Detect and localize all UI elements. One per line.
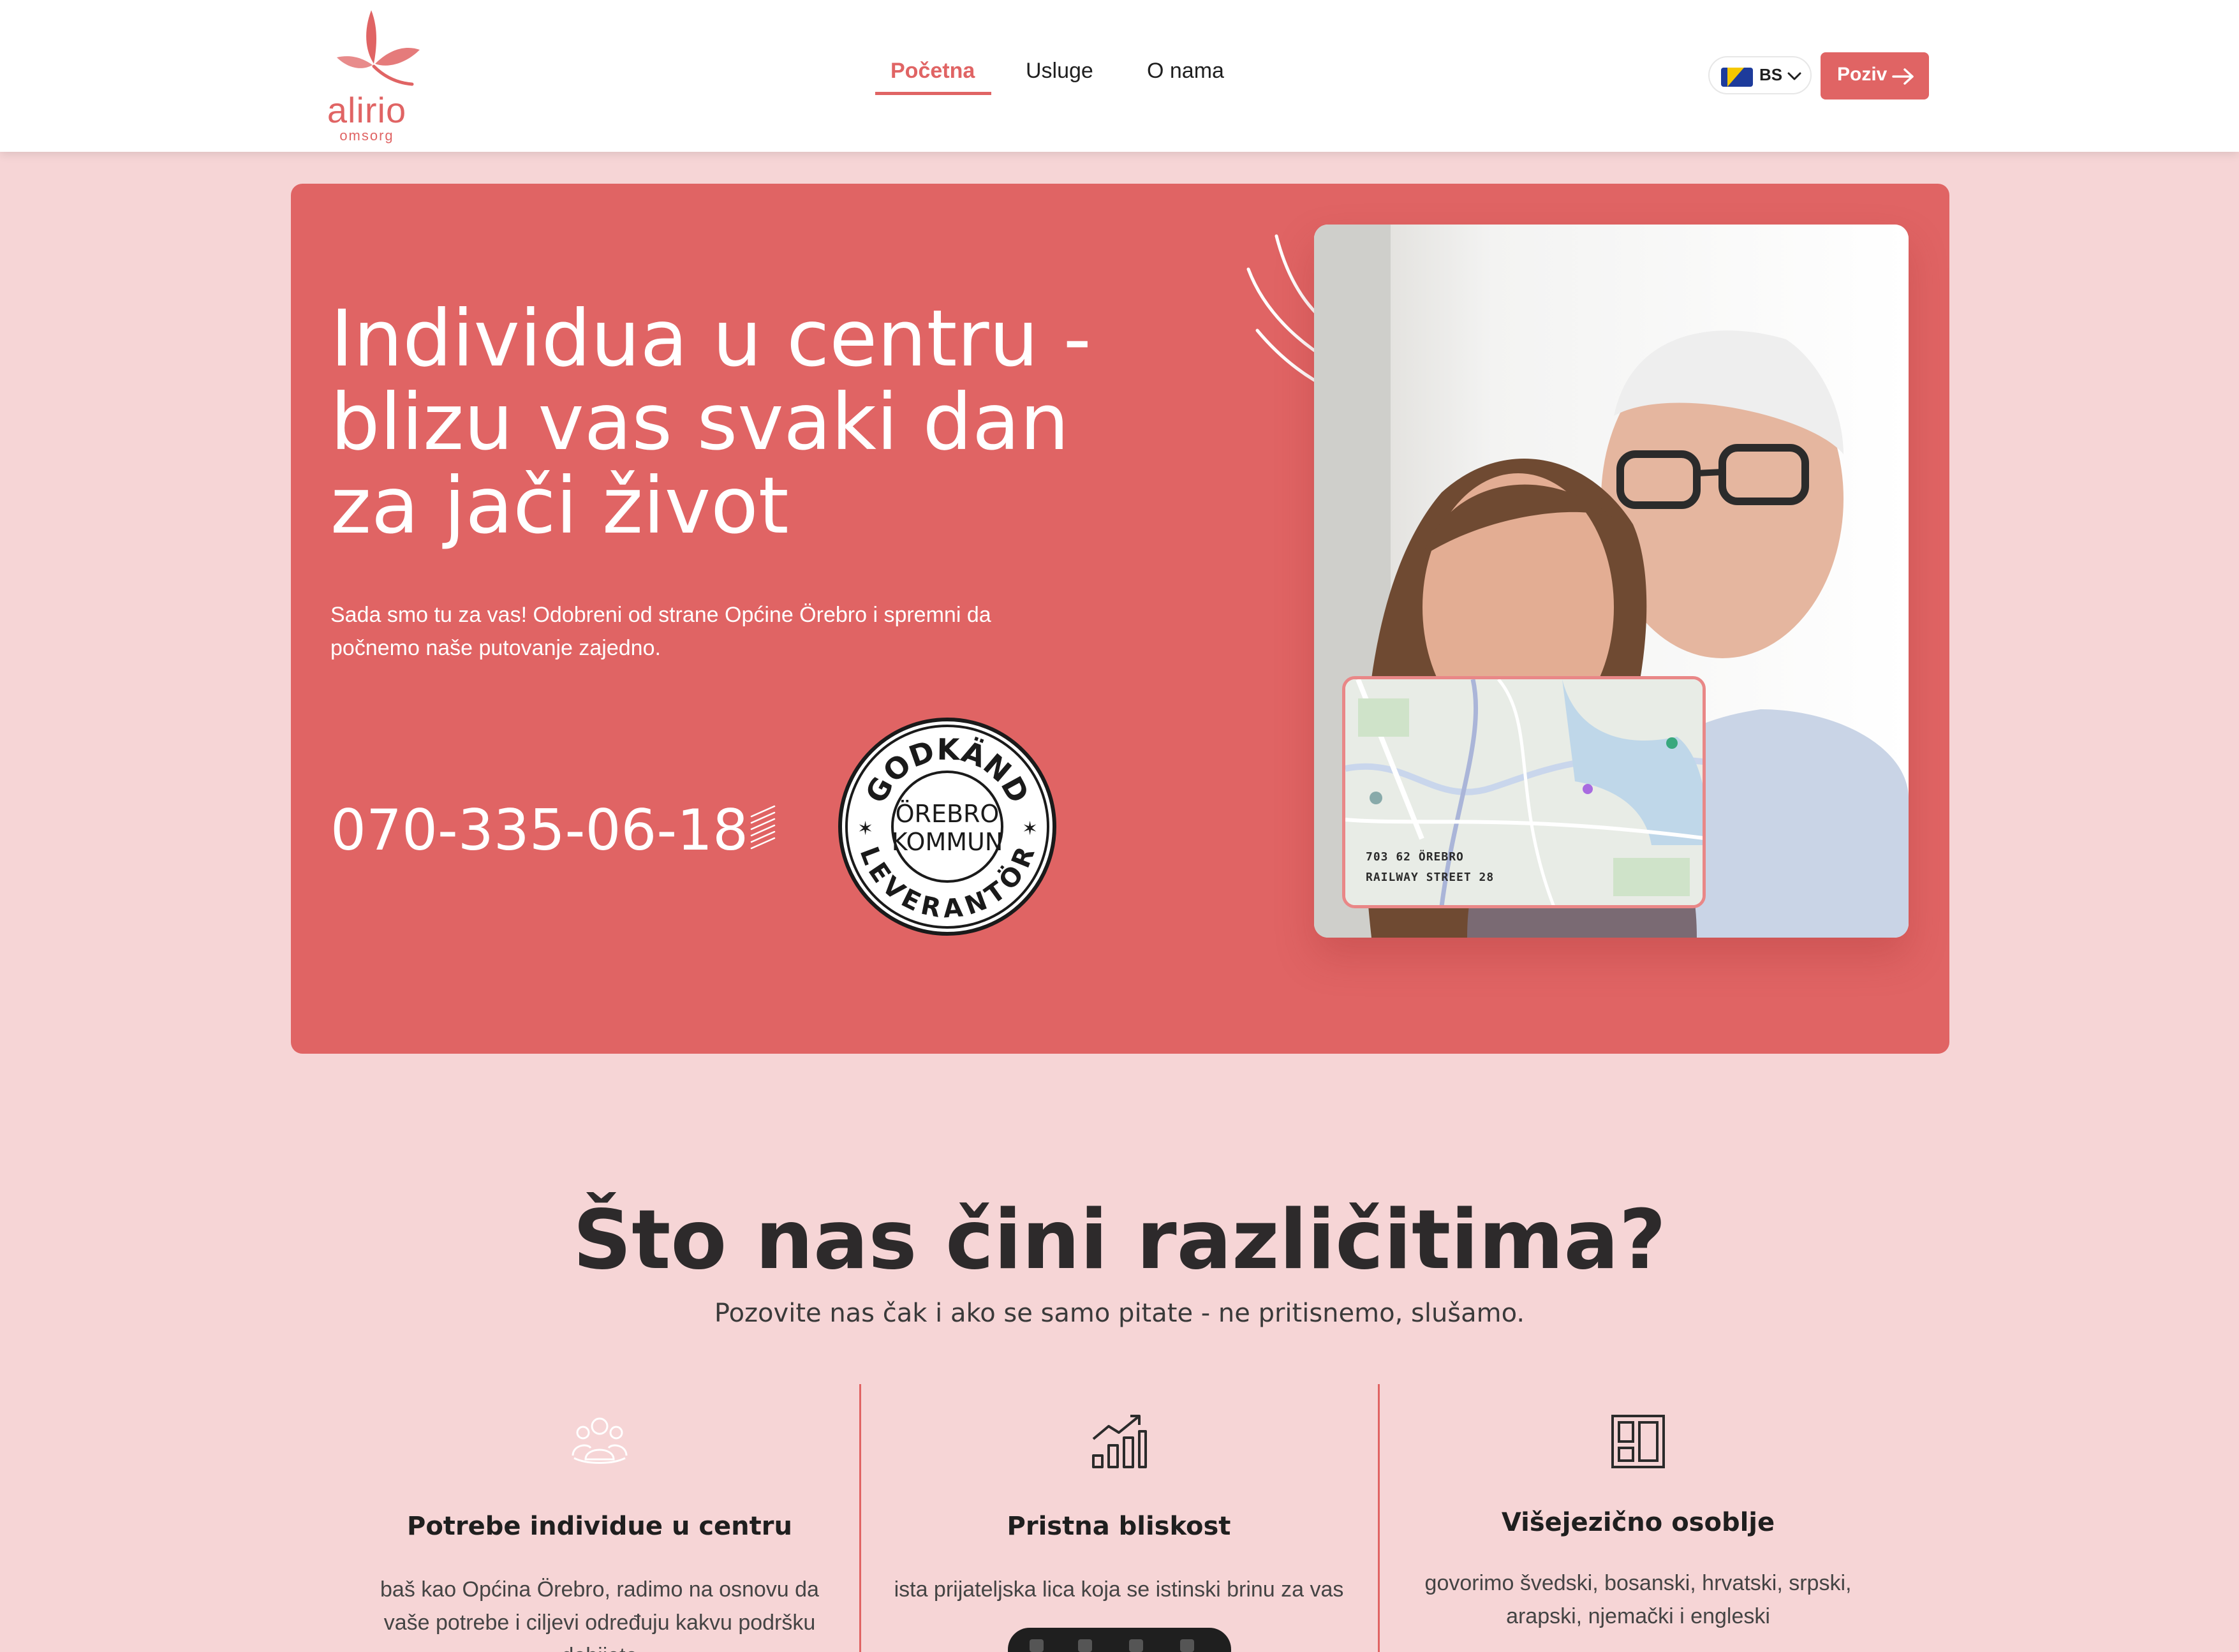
stamp-center-line1: ÖREBRO (896, 800, 1000, 828)
chevron-down-icon (1787, 72, 1801, 80)
hero-phone-number[interactable]: 070-335-06-18 (330, 797, 748, 863)
feature-card: Višejezično osoblje govorimo švedski, bo… (1380, 1384, 1896, 1652)
feature-text: baš kao Općina Örebro, radimo na osnovu … (380, 1577, 819, 1652)
site-header: alirio omsorg Početna Usluge O nama BS P… (0, 0, 2239, 152)
nav-item-o-nama[interactable]: O nama (1147, 59, 1224, 84)
nav-active-underline (875, 92, 991, 95)
feature-card: Pristna bliskost ista prijateljska lica … (861, 1384, 1377, 1652)
logo-tagline: omsorg (339, 128, 394, 144)
butterfly-logo-icon (337, 10, 420, 86)
stamp-star-left-icon: ✶ (857, 818, 873, 840)
location-map-card[interactable]: 703 62 ÖREBRO RAILWAY STREET 28 (1342, 676, 1706, 908)
floating-toolbar[interactable] (1008, 1628, 1231, 1652)
hero-section: Individua u centru - blizu vas svaki dan… (291, 184, 1949, 1054)
feature-text: ista prijateljska lica koja se istinski … (894, 1577, 1344, 1602)
call-button[interactable]: Poziv (1821, 52, 1929, 100)
features-subtitle: Pozovite nas čak i ako se samo pitate - … (714, 1299, 1525, 1328)
call-button-label: Poziv (1837, 64, 1888, 85)
layout-panels-icon (1611, 1415, 1665, 1468)
godkand-stamp: GODKÄND LEVERANTÖR ÖREBRO KOMMUN ✶ ✶ (838, 718, 1056, 936)
map-address-line1: 703 62 ÖREBRO (1366, 850, 1464, 864)
nav-item-usluge[interactable]: Usluge (1026, 59, 1093, 84)
nav-item-pocetna[interactable]: Početna (890, 59, 975, 84)
logo[interactable]: alirio omsorg (306, 5, 427, 147)
growth-chart-icon (1092, 1415, 1147, 1468)
language-code: BS (1759, 65, 1783, 84)
logo-name: alirio (327, 90, 407, 130)
bosnia-flag-icon (1721, 68, 1753, 87)
feature-title: Višejezično osoblje (1501, 1508, 1775, 1537)
people-group-icon (572, 1417, 628, 1464)
feature-card: Potrebe individue u centru baš kao Općin… (341, 1384, 858, 1652)
feature-title: Potrebe individue u centru (407, 1512, 792, 1541)
hatch-decoration-icon (750, 805, 776, 850)
feature-text: govorimo švedski, bosanski, hrvatski, sr… (1424, 1571, 1852, 1628)
stamp-star-right-icon: ✶ (1022, 818, 1038, 840)
stamp-center-line2: KOMMUN (892, 828, 1003, 856)
language-selector[interactable]: BS (1708, 56, 1812, 94)
feature-title: Pristna bliskost (1007, 1512, 1231, 1541)
hero-title: Individua u centru - blizu vas svaki dan… (330, 293, 1091, 551)
features-title: Što nas čini različitima? (573, 1193, 1666, 1288)
map-address-line2: RAILWAY STREET 28 (1366, 871, 1495, 884)
hero-subtitle: Sada smo tu za vas! Odobreni od strane O… (330, 603, 991, 660)
arrow-right-icon (1892, 68, 1914, 85)
